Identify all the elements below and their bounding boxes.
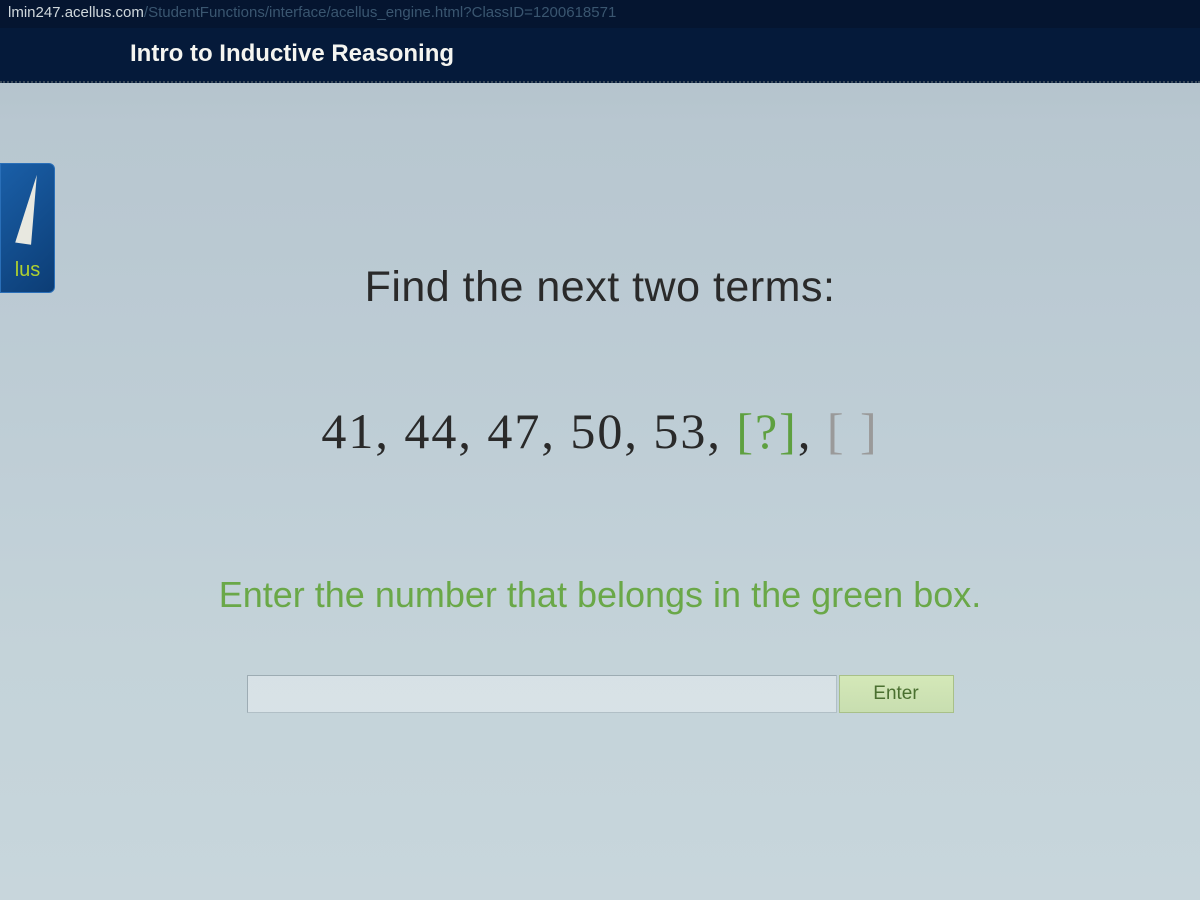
problem-prompt: Find the next two terms:	[200, 263, 1000, 312]
logo-a-icon	[15, 173, 41, 245]
instruction-text: Enter the number that belongs in the gre…	[200, 570, 1000, 620]
main-content-area: lus Find the next two terms: 41, 44, 47,…	[0, 83, 1200, 900]
answer-input[interactable]	[247, 675, 837, 713]
sequence-known-terms: 41, 44, 47, 50, 53,	[321, 403, 736, 459]
lesson-title-bar: Intro to Inductive Reasoning	[0, 28, 1200, 83]
acellus-logo-tab[interactable]: lus	[0, 163, 55, 293]
sequence-separator: ,	[798, 403, 827, 459]
sequence-display: 41, 44, 47, 50, 53, [?], [ ]	[200, 402, 1000, 460]
sequence-active-blank: [?]	[736, 403, 798, 459]
url-bar: lmin247.acellus.com/StudentFunctions/int…	[0, 0, 1200, 28]
url-domain: lmin247.acellus.com	[8, 4, 144, 21]
sequence-next-blank: [ ]	[827, 403, 879, 459]
logo-text-fragment: lus	[15, 259, 41, 282]
problem-container: Find the next two terms: 41, 44, 47, 50,…	[200, 263, 1000, 713]
answer-input-row: Enter	[200, 675, 1000, 713]
enter-button[interactable]: Enter	[839, 675, 954, 713]
url-path: /StudentFunctions/interface/acellus_engi…	[144, 4, 616, 21]
lesson-title: Intro to Inductive Reasoning	[130, 40, 454, 67]
